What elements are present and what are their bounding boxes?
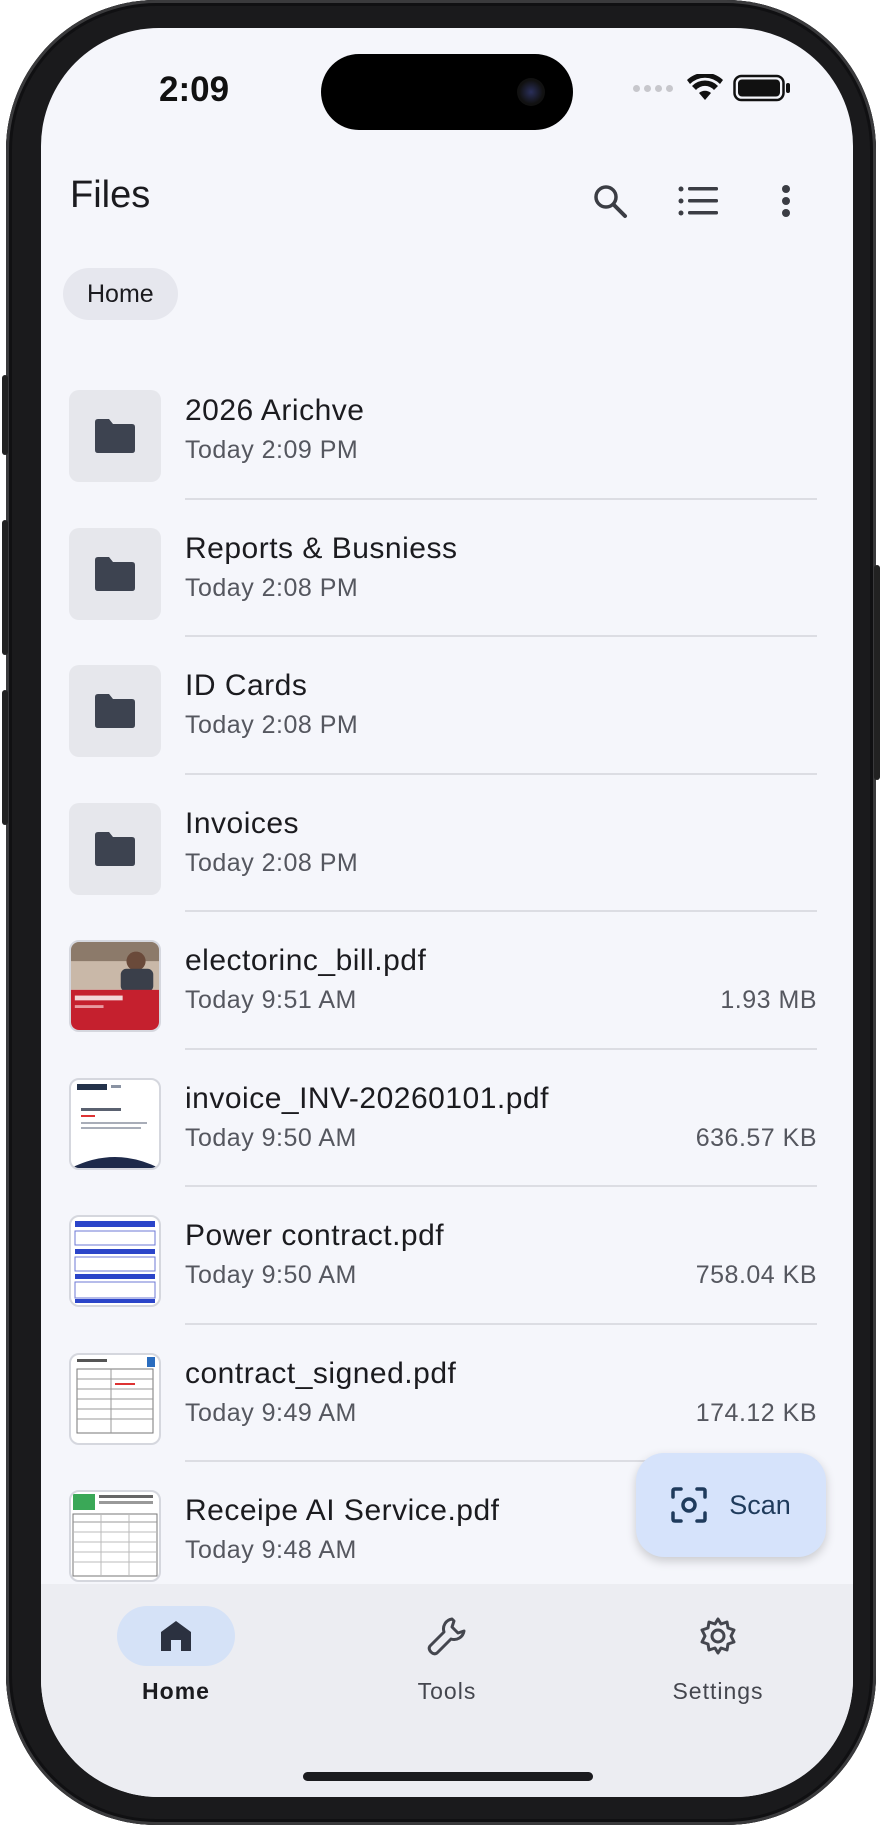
item-date: Today 9:51 AM bbox=[185, 986, 357, 1014]
list-item-folder[interactable]: Reports & Busniess Today 2:08 PM bbox=[41, 500, 853, 637]
pdf-thumbnail bbox=[69, 1490, 161, 1582]
list-item-file[interactable]: invoice_INV-20260101.pdf Today 9:50 AM 6… bbox=[41, 1050, 853, 1187]
item-size: 636.57 KB bbox=[695, 1123, 817, 1152]
folder-icon bbox=[95, 694, 135, 728]
item-date: Today 2:08 PM bbox=[185, 711, 359, 739]
item-date: Today 9:50 AM bbox=[185, 1261, 357, 1289]
pdf-thumbnail bbox=[69, 1215, 161, 1307]
list-item-folder[interactable]: 2026 Arichve Today 2:09 PM bbox=[41, 362, 853, 500]
action-button bbox=[2, 375, 8, 455]
item-name: contract_signed.pdf bbox=[185, 1356, 457, 1390]
folder-thumbnail bbox=[69, 802, 161, 895]
item-name: invoice_INV-20260101.pdf bbox=[185, 1081, 549, 1115]
item-date: Today 2:08 PM bbox=[185, 848, 359, 877]
folder-thumbnail bbox=[69, 390, 161, 482]
power-button bbox=[874, 565, 880, 780]
pdf-thumbnail bbox=[69, 1352, 161, 1445]
item-name: electorinc_bill.pdf bbox=[185, 944, 427, 977]
status-icons bbox=[633, 74, 791, 102]
item-name: Receipe AI Service.pdf bbox=[185, 1494, 500, 1527]
folder-icon bbox=[95, 831, 135, 866]
nav-label-settings: Settings bbox=[672, 1678, 764, 1704]
nav-item-tools[interactable]: Tools bbox=[337, 1606, 557, 1705]
item-size: 758.04 KB bbox=[695, 1261, 817, 1289]
item-date: Today 9:50 AM bbox=[185, 1123, 357, 1152]
dynamic-island bbox=[321, 54, 573, 130]
phone-frame: 2:09 Files Home 2026 Arichve Today 2:09 … bbox=[2, 0, 880, 1825]
pdf-thumbnail bbox=[69, 940, 161, 1032]
pdf-thumbnail bbox=[69, 1077, 161, 1170]
page-title: Files bbox=[70, 174, 151, 216]
gear-icon bbox=[700, 1617, 736, 1655]
item-date: Today 9:49 AM bbox=[185, 1398, 357, 1427]
item-name: ID Cards bbox=[185, 669, 308, 702]
volume-down-button bbox=[2, 690, 8, 825]
nav-label-home: Home bbox=[142, 1678, 210, 1704]
screen: 2:09 Files Home 2026 Arichve Today 2:09 … bbox=[41, 28, 853, 1797]
home-indicator bbox=[303, 1772, 593, 1781]
list-item-folder[interactable]: ID Cards Today 2:08 PM bbox=[41, 637, 853, 775]
volume-up-button bbox=[2, 520, 8, 655]
list-item-file[interactable]: Power contract.pdf Today 9:50 AM 758.04 … bbox=[41, 1187, 853, 1325]
nav-pill bbox=[659, 1606, 777, 1666]
status-time: 2:09 bbox=[159, 70, 230, 109]
scan-icon bbox=[671, 1487, 707, 1523]
item-date: Today 2:08 PM bbox=[185, 573, 359, 602]
folder-thumbnail bbox=[69, 665, 161, 757]
camera-icon bbox=[517, 78, 545, 106]
cellular-signal-icon bbox=[633, 84, 673, 92]
file-list: 2026 Arichve Today 2:09 PM Reports & Bus… bbox=[41, 362, 853, 1600]
list-item-folder[interactable]: Invoices Today 2:08 PM bbox=[41, 775, 853, 912]
folder-thumbnail bbox=[69, 527, 161, 620]
item-size: 1.93 MB bbox=[720, 986, 817, 1014]
list-item-file[interactable]: contract_signed.pdf Today 9:49 AM 174.12… bbox=[41, 1325, 853, 1462]
nav-pill bbox=[388, 1606, 506, 1666]
item-name: Power contract.pdf bbox=[185, 1219, 445, 1252]
nav-item-home[interactable]: Home bbox=[66, 1606, 286, 1705]
bottom-navigation: Home Tools Settings bbox=[41, 1584, 853, 1797]
item-date: Today 2:09 PM bbox=[185, 436, 359, 464]
nav-label-tools: Tools bbox=[417, 1678, 477, 1704]
more-vert-icon[interactable] bbox=[763, 178, 809, 224]
search-icon[interactable] bbox=[587, 178, 633, 224]
folder-icon bbox=[95, 556, 135, 591]
list-item-file[interactable]: electorinc_bill.pdf Today 9:51 AM 1.93 M… bbox=[41, 912, 853, 1050]
wifi-icon bbox=[687, 74, 723, 100]
battery-icon bbox=[733, 74, 790, 102]
scan-button-label: Scan bbox=[729, 1489, 791, 1520]
item-name: Invoices bbox=[185, 806, 300, 840]
scan-button[interactable]: Scan bbox=[636, 1453, 826, 1557]
home-icon bbox=[161, 1621, 191, 1651]
item-name: Reports & Busniess bbox=[185, 531, 458, 565]
wrench-icon bbox=[427, 1617, 466, 1656]
breadcrumb-home-chip[interactable]: Home bbox=[63, 268, 178, 320]
item-date: Today 9:48 AM bbox=[185, 1536, 357, 1564]
nav-item-settings[interactable]: Settings bbox=[608, 1606, 828, 1705]
nav-active-indicator bbox=[117, 1606, 235, 1666]
item-size: 174.12 KB bbox=[695, 1398, 817, 1427]
item-name: 2026 Arichve bbox=[185, 394, 365, 427]
folder-icon bbox=[95, 419, 135, 453]
list-view-icon[interactable] bbox=[675, 178, 721, 224]
